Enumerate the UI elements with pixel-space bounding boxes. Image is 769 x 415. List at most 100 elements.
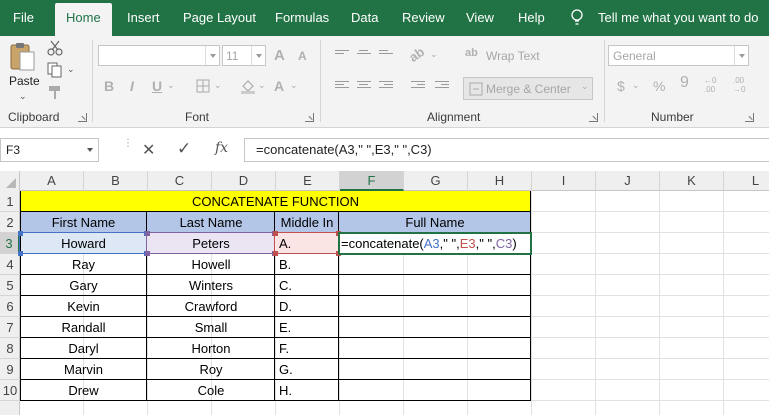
font-color-icon[interactable]: A xyxy=(274,78,284,94)
row-header-4[interactable]: 4 xyxy=(0,254,20,275)
paste-icon[interactable] xyxy=(8,42,36,72)
cell-middle-initial[interactable]: F. xyxy=(279,338,339,359)
column-header-i[interactable]: I xyxy=(532,171,596,191)
bold-button[interactable]: B xyxy=(104,78,114,94)
cell-last-name[interactable]: Small xyxy=(147,317,275,338)
wrap-text-button[interactable]: Wrap Text xyxy=(486,49,540,63)
align-center-icon[interactable] xyxy=(357,81,371,92)
tell-me-search[interactable]: Tell me what you want to do xyxy=(598,0,758,36)
cancel-icon[interactable]: ✕ xyxy=(142,140,155,160)
currency-icon[interactable]: $ xyxy=(617,78,625,94)
orientation-dropdown-icon[interactable]: ⌄ xyxy=(430,49,438,60)
cell-middle-initial[interactable]: H. xyxy=(279,380,339,401)
number-format-combo[interactable]: General xyxy=(608,45,749,66)
column-header-g[interactable]: G xyxy=(404,171,468,191)
cell-first-name[interactable]: Gary xyxy=(20,275,147,296)
currency-dropdown-icon[interactable]: ⌄ xyxy=(632,80,640,91)
format-painter-icon[interactable] xyxy=(47,84,63,100)
column-header-f[interactable]: F xyxy=(340,171,404,191)
sheet-title-cell[interactable]: CONCATENATE FUNCTION xyxy=(20,191,531,212)
row-header-5[interactable]: 5 xyxy=(0,275,20,296)
cell-first-name[interactable]: Marvin xyxy=(20,359,147,380)
font-color-dropdown-icon[interactable]: ⌄ xyxy=(290,80,298,91)
cell-last-name[interactable]: Howell xyxy=(147,254,275,275)
increase-decimal-icon[interactable]: ←0 .00 xyxy=(704,76,724,94)
merge-dropdown-icon[interactable]: ⌄ xyxy=(581,81,589,92)
orientation-icon[interactable]: ab xyxy=(406,44,427,65)
header-full-name[interactable]: Full Name xyxy=(339,212,531,233)
cell-first-name[interactable]: Ray xyxy=(20,254,147,275)
header-middle-initial[interactable]: Middle In xyxy=(275,212,339,233)
underline-dropdown-icon[interactable]: ⌄ xyxy=(167,80,175,91)
row-header-9[interactable]: 9 xyxy=(0,359,20,380)
column-header-j[interactable]: J xyxy=(596,171,660,191)
merge-center-button[interactable]: Merge & Center ⌄ xyxy=(463,77,593,100)
font-size-combo[interactable]: 11 xyxy=(222,45,266,66)
header-first-name[interactable]: First Name xyxy=(20,212,147,233)
cell-first-name[interactable]: Daryl xyxy=(20,338,147,359)
cell-middle-initial[interactable]: G. xyxy=(279,359,339,380)
italic-button[interactable]: I xyxy=(130,78,134,94)
fill-color-icon[interactable] xyxy=(240,78,256,94)
tab-view[interactable]: View xyxy=(466,0,494,36)
column-header-k[interactable]: K xyxy=(660,171,724,191)
cell-last-name[interactable]: Cole xyxy=(147,380,275,401)
align-left-icon[interactable] xyxy=(335,81,349,92)
tab-file[interactable]: File xyxy=(13,0,34,36)
insert-function-icon[interactable]: fx xyxy=(215,140,228,156)
copy-icon[interactable] xyxy=(47,62,63,78)
top-align-icon[interactable] xyxy=(335,50,349,61)
cut-icon[interactable] xyxy=(47,40,63,56)
column-header-b[interactable]: B xyxy=(84,171,148,191)
row-header-7[interactable]: 7 xyxy=(0,317,20,338)
cell-last-name[interactable]: Roy xyxy=(147,359,275,380)
row-header-3[interactable]: 3 xyxy=(0,233,20,254)
column-header-a[interactable]: A xyxy=(20,171,84,191)
cell-middle-initial[interactable]: C. xyxy=(279,275,339,296)
cell-first-name[interactable]: Kevin xyxy=(20,296,147,317)
row-header-2[interactable]: 2 xyxy=(0,212,20,233)
percent-icon[interactable]: % xyxy=(653,78,665,94)
cell-first-name[interactable]: Randall xyxy=(20,317,147,338)
number-launcher-icon[interactable] xyxy=(745,113,754,122)
increase-indent-icon[interactable] xyxy=(435,81,449,92)
borders-dropdown-icon[interactable]: ⌄ xyxy=(214,80,222,91)
name-box-dropdown-icon[interactable] xyxy=(87,148,93,152)
underline-button[interactable]: U xyxy=(152,78,162,94)
name-box[interactable]: F3 xyxy=(0,138,99,162)
formula-input[interactable]: =concatenate(A3," ",E3," ",C3) xyxy=(244,138,769,162)
font-name-combo[interactable] xyxy=(98,45,220,66)
column-header-e[interactable]: E xyxy=(276,171,340,191)
active-cell-editor[interactable]: =concatenate(A3," ",E3," ",C3) xyxy=(338,232,532,255)
tab-insert[interactable]: Insert xyxy=(127,0,160,36)
worksheet-grid[interactable]: CONCATENATE FUNCTION First Name Last Nam… xyxy=(18,191,769,415)
bottom-align-icon[interactable] xyxy=(379,50,393,61)
paste-dropdown-icon[interactable]: ⌄ xyxy=(19,91,27,102)
cell-last-name[interactable]: Crawford xyxy=(147,296,275,317)
tab-help[interactable]: Help xyxy=(518,0,545,36)
fill-color-dropdown-icon[interactable]: ⌄ xyxy=(258,80,266,91)
enter-icon[interactable]: ✓ xyxy=(177,139,191,159)
tab-formulas[interactable]: Formulas xyxy=(275,0,329,36)
cell-middle-initial[interactable]: D. xyxy=(279,296,339,317)
cell-first-name[interactable]: Drew xyxy=(20,380,147,401)
column-header-d[interactable]: D xyxy=(212,171,276,191)
decrease-indent-icon[interactable] xyxy=(411,81,425,92)
decrease-decimal-icon[interactable]: .00 →0 xyxy=(733,76,753,94)
middle-align-icon[interactable] xyxy=(357,50,371,61)
header-last-name[interactable]: Last Name xyxy=(147,212,275,233)
column-header-h[interactable]: H xyxy=(468,171,532,191)
row-header-8[interactable]: 8 xyxy=(0,338,20,359)
cell-middle-initial[interactable]: E. xyxy=(279,317,339,338)
alignment-launcher-icon[interactable] xyxy=(589,113,598,122)
clipboard-launcher-icon[interactable] xyxy=(78,113,87,122)
column-header-c[interactable]: C xyxy=(148,171,212,191)
shrink-font-icon[interactable]: A xyxy=(298,49,307,63)
borders-icon[interactable] xyxy=(196,79,210,93)
row-header-1[interactable]: 1 xyxy=(0,191,20,212)
tab-home[interactable]: Home xyxy=(55,3,112,36)
tab-data[interactable]: Data xyxy=(351,0,378,36)
cell-last-name[interactable]: Winters xyxy=(147,275,275,296)
row-header-6[interactable]: 6 xyxy=(0,296,20,317)
align-right-icon[interactable] xyxy=(379,81,393,92)
